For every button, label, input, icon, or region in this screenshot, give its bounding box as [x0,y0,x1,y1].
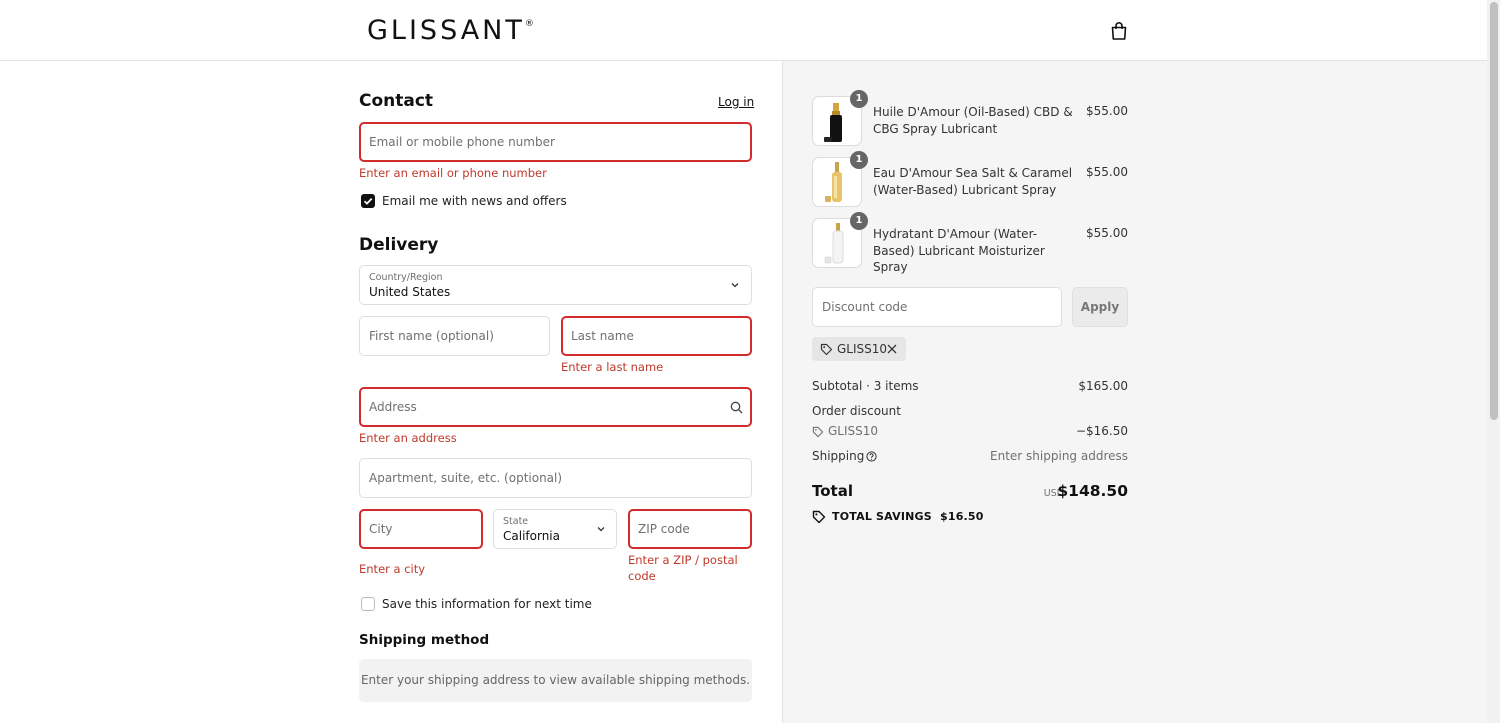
discount-value: −$16.50 [1075,424,1128,438]
login-link[interactable]: Log in [718,95,754,109]
delivery-heading: Delivery [359,235,439,255]
order-discount-label: Order discount [812,404,901,418]
item-name: Hydratant D'Amour (Water-Based) Lubrican… [873,227,1045,274]
discount-code-field[interactable]: Discount code [812,287,1062,327]
savings-tag-icon [812,510,826,524]
country-label: Country/Region [369,272,443,283]
contact-heading: Contact [359,91,434,111]
quantity-badge: 1 [850,151,868,169]
city-error: Enter a city [359,562,426,576]
item-price: $55.00 [1086,165,1128,179]
item-name: Huile D'Amour (Oil-Based) CBD & CBG Spra… [873,105,1073,136]
state-label: State [503,516,529,527]
total-savings: TOTAL SAVINGS $16.50 [832,510,984,523]
cart-item: 1 Huile D'Amour (Oil-Based) CBD & CBG Sp… [812,90,1128,148]
zip-error-line-1: Enter a ZIP / postal [628,553,738,567]
last-name-error: Enter a last name [561,360,664,374]
search-icon [730,401,743,414]
item-name: Eau D'Amour Sea Salt & Caramel (Water-Ba… [873,166,1073,197]
shipping-method-heading: Shipping method [359,632,490,648]
chevron-down-icon [597,527,605,532]
item-price: $55.00 [1086,226,1128,240]
shipping-method-notice: Enter your shipping address to view avai… [359,659,752,702]
zip-field[interactable]: ZIP code [628,509,752,549]
city-field[interactable]: City [359,509,483,549]
save-info-checkbox[interactable] [361,597,375,611]
discount-code-summary: GLISS10 [828,424,879,438]
apartment-placeholder: Apartment, suite, etc. (optional) [369,471,563,485]
total-savings-value: $16.50 [939,510,984,523]
address-field[interactable]: Address [359,387,752,427]
total-value: $148.50 [1057,482,1128,500]
total-savings-label: TOTAL SAVINGS [832,510,932,523]
email-placeholder: Email or mobile phone number [369,135,555,149]
state-select[interactable]: State California [493,509,617,549]
subtotal-value: $165.00 [1078,379,1128,393]
apartment-field[interactable]: Apartment, suite, etc. (optional) [359,458,752,498]
shipping-method-message: Enter your shipping address to view avai… [360,673,751,687]
last-name-field[interactable]: Last name [561,316,752,356]
last-name-placeholder: Last name [571,329,634,343]
address-error: Enter an address [359,431,457,445]
applied-discount-chip: GLISS10 [812,337,906,361]
quantity-badge: 1 [850,90,868,108]
email-field[interactable]: Email or mobile phone number [359,122,752,162]
shipping-label: Shipping [812,449,865,463]
checkout-header: GLISSANT® [0,0,1487,61]
zip-error: Enter a ZIP / postal code [628,552,738,584]
tag-icon [812,426,824,438]
discount-placeholder: Discount code [822,300,908,314]
newsletter-label: Email me with news and offers [382,194,567,208]
city-placeholder: City [369,522,393,536]
country-select[interactable]: Country/Region United States [359,265,752,305]
shopping-bag-icon[interactable] [1110,21,1128,41]
first-name-field[interactable]: First name (optional) [359,316,550,356]
brand-logo[interactable]: GLISSANT® [367,15,534,46]
cart-item: 1 Eau D'Amour Sea Salt & Caramel (Water-… [812,151,1128,209]
page-scrollbar-thumb[interactable] [1490,2,1498,420]
first-name-placeholder: First name (optional) [369,329,494,343]
item-price: $55.00 [1086,104,1128,118]
zip-placeholder: ZIP code [638,522,690,536]
chevron-down-icon [731,283,739,288]
tag-icon [820,343,833,356]
cart-item: 1 Hydratant D'Amour (Water-Based) Lubric… [812,212,1128,274]
state-value: California [503,529,560,543]
help-circle-icon[interactable] [866,451,877,462]
address-placeholder: Address [369,400,417,414]
email-error: Enter an email or phone number [359,166,547,180]
total-label: Total [812,482,853,500]
save-info-label: Save this information for next time [382,597,592,611]
country-value: United States [369,285,451,299]
newsletter-checkbox[interactable] [361,194,375,208]
checkmark-icon [363,198,373,205]
brand-registered-mark: ® [524,19,534,29]
close-icon[interactable] [887,344,897,354]
zip-error-line-2: code [628,569,656,583]
brand-logo-text: GLISSANT [367,15,525,46]
applied-discount-code: GLISS10 [837,342,888,356]
shipping-value: Enter shipping address [990,449,1128,463]
apply-discount-button[interactable]: Apply [1072,287,1128,327]
subtotal-label: Subtotal · 3 items [812,379,919,393]
quantity-badge: 1 [850,212,868,230]
